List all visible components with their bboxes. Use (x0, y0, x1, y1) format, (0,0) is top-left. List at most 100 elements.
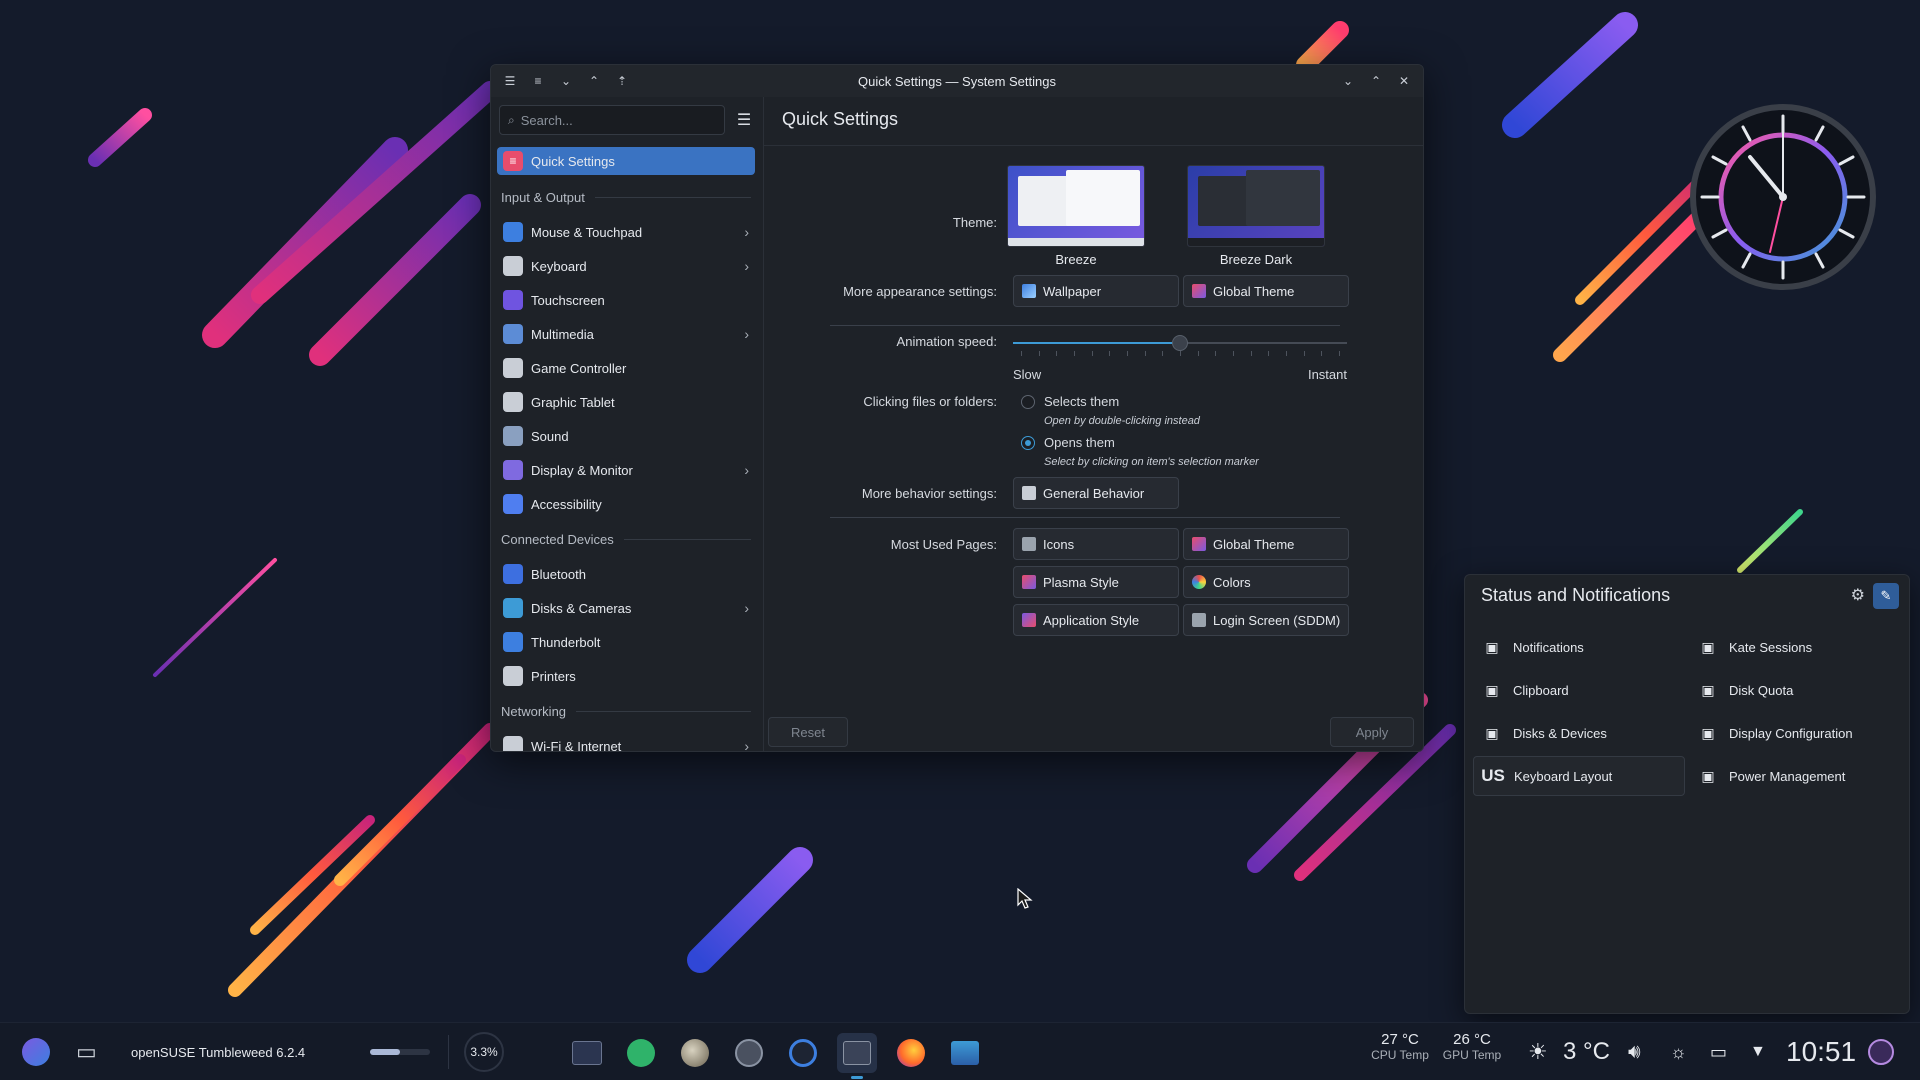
opens-them-radio[interactable] (1021, 436, 1035, 450)
discover-task[interactable] (783, 1033, 823, 1073)
weather-temperature[interactable]: 3 °C (1563, 1023, 1610, 1080)
status-item-clipboard[interactable]: ▣ Clipboard (1473, 670, 1685, 710)
touchscreen-icon (503, 290, 523, 310)
minimize-button[interactable]: ⌄ (1337, 71, 1359, 91)
night-light-icon[interactable]: ☼ (1670, 1023, 1687, 1080)
animation-speed-handle[interactable] (1172, 335, 1188, 351)
most-used-application-style-button[interactable]: Application Style (1013, 604, 1179, 636)
slider-tick (1286, 351, 1287, 356)
chevron-right-icon: › (744, 224, 749, 240)
quick-settings-icon: ≡ (503, 151, 523, 171)
ktorrent-task[interactable] (621, 1033, 661, 1073)
theme-breeze-label: Breeze (1055, 252, 1097, 267)
theme-breeze-dark-label: Breeze Dark (1219, 252, 1293, 267)
gimp-task[interactable] (675, 1033, 715, 1073)
sidebar-item-accessibility[interactable]: Accessibility (497, 487, 755, 521)
expand-tray-icon[interactable]: ▼ (1750, 1023, 1766, 1080)
reset-button[interactable]: Reset (768, 717, 848, 747)
status-item-disks-devices[interactable]: ▣ Disks & Devices (1473, 713, 1685, 753)
sidebar-item-sound[interactable]: Sound (497, 419, 755, 453)
general-behavior-label: General Behavior (1043, 485, 1145, 501)
most-used-login-screen-button[interactable]: Login Screen (SDDM) (1183, 604, 1349, 636)
pin-icon[interactable]: ✎ (1873, 583, 1899, 609)
status-item-keyboard-layout[interactable]: US Keyboard Layout (1473, 756, 1685, 796)
theme-breeze-dark-thumbnail[interactable] (1187, 165, 1325, 247)
sidebar-nav: ≡ Quick Settings Input & Output Mouse & T… (497, 147, 755, 751)
sidebar-item-wi-fi-internet[interactable]: Wi-Fi & Internet › (497, 729, 755, 751)
display-config-icon: ▣ (1701, 724, 1715, 741)
hamburger-menu-button[interactable]: ☰ (731, 107, 757, 133)
sidebar-item-disks-cameras[interactable]: Disks & Cameras › (497, 591, 755, 625)
overview-icon[interactable]: ▭ (76, 1023, 97, 1080)
sidebar-item-bluetooth[interactable]: Bluetooth (497, 557, 755, 591)
most-used-plasma-style-button[interactable]: Plasma Style (1013, 566, 1179, 598)
most-used-colors-button[interactable]: Colors (1183, 566, 1349, 598)
status-item-kate-sessions[interactable]: ▣ Kate Sessions (1689, 627, 1901, 667)
gamepad-icon (503, 358, 523, 378)
steam-task[interactable] (729, 1033, 769, 1073)
search-field[interactable]: ⌕ (499, 105, 725, 135)
file-manager-task[interactable] (945, 1033, 985, 1073)
status-item-power-management[interactable]: ▣ Power Management (1689, 756, 1901, 796)
icons-icon (1022, 537, 1036, 551)
sidebar-item-game-controller[interactable]: Game Controller (497, 351, 755, 385)
general-behavior-button[interactable]: General Behavior (1013, 477, 1179, 509)
wallpaper-button[interactable]: Wallpaper (1013, 275, 1179, 307)
popup-title: Status and Notifications (1481, 585, 1671, 605)
system-monitor-task[interactable] (567, 1033, 607, 1073)
user-switcher-button[interactable] (1868, 1023, 1894, 1080)
opens-them-label[interactable]: Opens them (1044, 435, 1115, 450)
sidebar-item-keyboard[interactable]: Keyboard › (497, 249, 755, 283)
selects-them-label[interactable]: Selects them (1044, 394, 1119, 409)
sidebar-item-thunderbolt[interactable]: Thunderbolt (497, 625, 755, 659)
sidebar-item-label: Thunderbolt (531, 634, 601, 650)
cpu-temp-widget[interactable]: 27 °C CPU Temp (1368, 1031, 1432, 1062)
sidebar-item-multimedia[interactable]: Multimedia › (497, 317, 755, 351)
system-settings-task[interactable] (837, 1033, 877, 1079)
weather-sun-icon[interactable]: ☀ (1528, 1023, 1548, 1080)
divider (576, 710, 751, 712)
sidebar-item-label: Sound (531, 428, 569, 444)
close-button[interactable]: ✕ (1393, 71, 1415, 91)
analog-clock-widget[interactable] (1688, 102, 1878, 292)
sidebar-item-quick-settings[interactable]: ≡ Quick Settings (497, 147, 755, 175)
most-used-global-theme-button[interactable]: Global Theme (1183, 528, 1349, 560)
disk-quota-icon: ▣ (1701, 681, 1715, 698)
selects-them-radio[interactable] (1021, 395, 1035, 409)
sidebar-item-label: Touchscreen (531, 292, 605, 308)
sidebar-item-display-monitor[interactable]: Display & Monitor › (497, 453, 755, 487)
memory-meter (370, 1023, 430, 1080)
clock-label[interactable]: 10:51 (1786, 1023, 1856, 1080)
sidebar-item-printers[interactable]: Printers (497, 659, 755, 693)
sidebar-item-graphic-tablet[interactable]: Graphic Tablet (497, 385, 755, 419)
status-item-display-configuration[interactable]: ▣ Display Configuration (1689, 713, 1901, 753)
most-used-label: Most Used Pages: (890, 537, 997, 552)
sidebar-category: Networking (497, 693, 755, 729)
volume-icon[interactable]: 🔊︎ (1628, 1023, 1641, 1080)
gpu-temp-widget[interactable]: 26 °C GPU Temp (1440, 1031, 1504, 1062)
slider-tick (1215, 351, 1217, 356)
theme-breeze-thumbnail[interactable] (1007, 165, 1145, 247)
sidebar-item-label: Disks & Cameras (531, 600, 632, 616)
maximize-button[interactable]: ⌃ (1365, 71, 1387, 91)
slider-tick (1162, 351, 1164, 356)
sidebar-item-touchscreen[interactable]: Touchscreen (497, 283, 755, 317)
most-used-icons-button[interactable]: Icons (1013, 528, 1179, 560)
title-bar[interactable]: ☰ ≡ ⌄ ⌃ ⇡ Quick Settings — System Settin… (491, 65, 1423, 97)
status-item-disk-quota[interactable]: ▣ Disk Quota (1689, 670, 1901, 710)
sidebar-item-label: Printers (531, 668, 576, 684)
launcher-button[interactable] (22, 1023, 50, 1080)
firefox-task[interactable] (891, 1033, 931, 1073)
slider-tick (1339, 351, 1340, 356)
apply-button[interactable]: Apply (1330, 717, 1414, 747)
status-item-notifications[interactable]: ▣ Notifications (1473, 627, 1685, 667)
display-icon[interactable]: ▭ (1710, 1023, 1727, 1080)
keyboard-layout-icon: US (1481, 766, 1505, 785)
search-icon: ⌕ (508, 112, 515, 127)
clipboard-icon: ▣ (1485, 681, 1499, 698)
sidebar-item-mouse-touchpad[interactable]: Mouse & Touchpad › (497, 215, 755, 249)
search-input[interactable] (520, 112, 701, 128)
slow-label: Slow (1013, 367, 1042, 382)
global-theme-button[interactable]: Global Theme (1183, 275, 1349, 307)
configure-icon[interactable]: ⚙ (1851, 585, 1865, 605)
